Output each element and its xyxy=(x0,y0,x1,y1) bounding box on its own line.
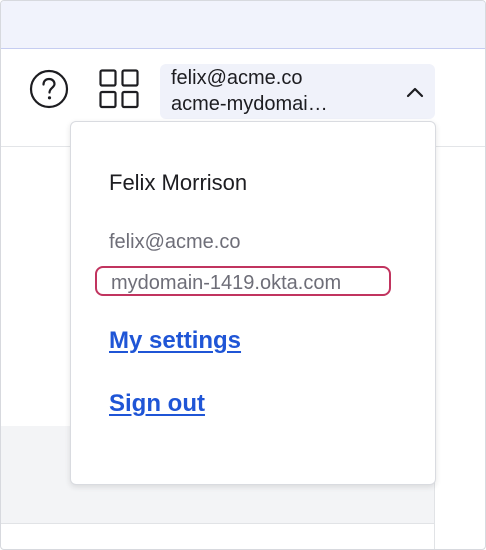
account-email: felix@acme.co xyxy=(171,67,303,89)
question-circle-icon xyxy=(29,69,69,109)
my-settings-link[interactable]: My settings xyxy=(109,327,241,355)
account-menu-button[interactable]: felix@acme.co acme-mydomai… xyxy=(160,64,435,119)
user-email: felix@acme.co xyxy=(109,231,241,253)
help-button[interactable] xyxy=(29,69,69,109)
top-banner xyxy=(1,1,485,49)
account-domain: acme-mydomai… xyxy=(171,93,328,115)
user-full-name: Felix Morrison xyxy=(109,170,248,195)
app-grid-icon xyxy=(99,69,139,109)
account-dropdown: Felix Morrison felix@acme.co mydomain-14… xyxy=(70,121,436,485)
chevron-up-icon xyxy=(406,87,424,98)
sign-out-link[interactable]: Sign out xyxy=(109,390,205,418)
okta-domain[interactable]: mydomain-1419.okta.com xyxy=(95,266,391,296)
app-frame: felix@acme.co acme-mydomai… Felix Morris… xyxy=(0,0,486,550)
apps-button[interactable] xyxy=(99,69,141,109)
